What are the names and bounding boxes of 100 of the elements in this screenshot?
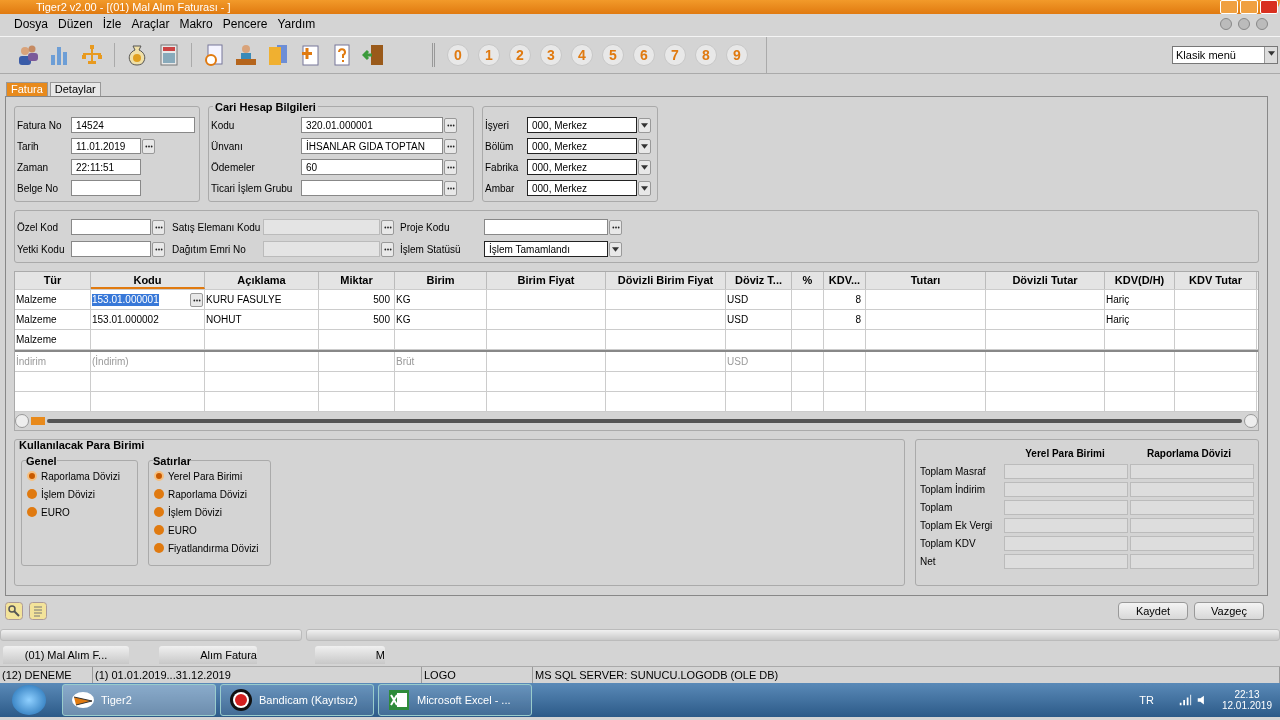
lookup-button[interactable] — [381, 241, 394, 257]
save-button[interactable]: Kaydet — [1118, 602, 1188, 620]
radio-label[interactable]: Yerel Para Birimi — [168, 470, 243, 482]
lookup-button[interactable] — [444, 180, 457, 196]
menu-item[interactable]: Yardım — [277, 17, 316, 31]
maximize-button[interactable] — [1240, 0, 1258, 14]
people-icon[interactable] — [16, 43, 40, 67]
column-header[interactable]: Açıklama — [205, 272, 319, 289]
column-header[interactable]: Dövizli Birim Fiyat — [606, 272, 726, 289]
column-header[interactable]: Tür — [15, 272, 91, 289]
tab[interactable]: Detaylar — [49, 82, 101, 96]
radio-button[interactable] — [154, 471, 164, 481]
column-header[interactable]: Kodu — [91, 272, 205, 289]
horizontal-scrollbar[interactable] — [15, 412, 1258, 430]
input-field[interactable]: İşlem Tamamlandı — [484, 241, 608, 257]
radio-button[interactable] — [154, 507, 164, 517]
dropdown-button[interactable] — [638, 138, 651, 154]
close-button[interactable] — [1256, 18, 1268, 30]
minimize-button[interactable] — [1220, 18, 1232, 30]
field-label: Kodu — [211, 119, 236, 131]
table-cell[interactable]: 153.01.000001 — [91, 290, 205, 309]
input-field[interactable] — [71, 241, 151, 257]
language-indicator[interactable]: TR — [1139, 694, 1154, 706]
dropdown-button[interactable] — [638, 159, 651, 175]
menu-style-dropdown[interactable]: Klasik menü — [1172, 46, 1278, 64]
dropdown-button[interactable] — [638, 117, 651, 133]
restore-button[interactable] — [1238, 18, 1250, 30]
lookup-button[interactable] — [190, 292, 203, 307]
notes-icon[interactable] — [29, 602, 47, 620]
dropdown-button[interactable] — [638, 180, 651, 196]
dropdown-button[interactable] — [609, 241, 622, 257]
column-header[interactable]: KDV(D/H) — [1105, 272, 1175, 289]
taskbar-button[interactable]: Microsoft Excel - ... — [378, 684, 532, 716]
calculator-icon[interactable] — [157, 43, 181, 67]
exit-door-icon[interactable] — [362, 43, 386, 67]
input-field[interactable]: İHSANLAR GIDA TOPTAN — [301, 138, 443, 154]
radio-label[interactable]: Raporlama Dövizi — [41, 470, 120, 482]
input-field[interactable] — [484, 219, 608, 235]
lookup-button[interactable] — [444, 138, 457, 154]
lookup-button[interactable] — [152, 241, 165, 257]
dropdown-field[interactable]: 000, Merkez — [527, 117, 637, 133]
column-header[interactable]: Tutarı — [866, 272, 986, 289]
table-cell: 500 — [319, 310, 395, 329]
menu-item[interactable]: Düzen — [58, 17, 93, 31]
radio-button[interactable] — [27, 489, 37, 499]
taskbar-button[interactable]: Bandicam (Kayıtsız) — [220, 684, 374, 716]
folders-icon[interactable] — [266, 43, 290, 67]
dropdown-field[interactable]: 000, Merkez — [527, 138, 637, 154]
dropdown-field[interactable]: 000, Merkez — [527, 159, 637, 175]
lookup-button[interactable] — [609, 219, 622, 235]
radio-label[interactable]: Fiyatlandırma Dövizi — [168, 542, 259, 554]
menu-item[interactable]: Araçlar — [131, 17, 170, 31]
lookup-button[interactable] — [152, 219, 165, 235]
column-header[interactable]: Miktar — [319, 272, 395, 289]
column-header[interactable]: % — [792, 272, 824, 289]
radio-label[interactable]: EURO — [41, 506, 70, 518]
menu-item[interactable]: Dosya — [14, 17, 48, 31]
input-field[interactable] — [71, 219, 151, 235]
radio-button[interactable] — [154, 543, 164, 553]
lookup-button[interactable] — [444, 117, 457, 133]
hierarchy-icon[interactable] — [80, 43, 104, 67]
radio-label[interactable]: İşlem Dövizi — [41, 488, 95, 500]
column-header[interactable]: KDV... — [824, 272, 866, 289]
input-field[interactable]: 22:11:51 — [71, 159, 141, 175]
start-button[interactable] — [12, 685, 46, 715]
input-field[interactable]: 11.01.2019 — [71, 138, 141, 154]
input-field[interactable] — [71, 180, 141, 196]
window-tab[interactable]: Alım Fatura — [159, 646, 257, 664]
signal-icon[interactable] — [1177, 693, 1192, 707]
radio-button[interactable] — [154, 525, 164, 535]
radio-button[interactable] — [27, 507, 37, 517]
radio-label[interactable]: EURO — [168, 524, 197, 536]
input-field[interactable]: 14524 — [71, 117, 195, 133]
lookup-button[interactable] — [142, 138, 155, 154]
input-field[interactable]: 320.01.000001 — [301, 117, 443, 133]
cancel-button[interactable]: Vazgeç — [1194, 602, 1264, 620]
column-header[interactable]: KDV Tutar — [1175, 272, 1257, 289]
lookup-button[interactable] — [444, 159, 457, 175]
table-cell[interactable]: 153.01.000002 — [91, 310, 205, 329]
menu-item[interactable]: Pencere — [222, 17, 268, 31]
menu-item[interactable]: Makro — [179, 17, 213, 31]
column-header[interactable]: Döviz T... — [726, 272, 792, 289]
dropdown-field[interactable]: 000, Merkez — [527, 180, 637, 196]
column-header[interactable]: Birim — [395, 272, 487, 289]
radio-button[interactable] — [154, 489, 164, 499]
menu-item[interactable]: İzle — [102, 17, 122, 31]
column-header[interactable]: Birim Fiyat — [487, 272, 606, 289]
lookup-button[interactable] — [381, 219, 394, 235]
person-desk-icon[interactable] — [234, 43, 258, 67]
window-tab[interactable]: (01) Mal Alım F... — [3, 646, 129, 664]
window-tab[interactable]: M — [315, 646, 385, 664]
field-label: İşyeri — [485, 119, 510, 131]
input-field[interactable]: 60 — [301, 159, 443, 175]
document-clock-icon[interactable] — [202, 43, 226, 67]
radio-label[interactable]: Raporlama Dövizi — [168, 488, 247, 500]
radio-button[interactable] — [27, 471, 37, 481]
column-header[interactable]: Dövizli Tutar — [986, 272, 1105, 289]
search-icon[interactable] — [5, 602, 23, 620]
input-field[interactable] — [301, 180, 443, 196]
radio-label[interactable]: İşlem Dövizi — [168, 506, 222, 518]
